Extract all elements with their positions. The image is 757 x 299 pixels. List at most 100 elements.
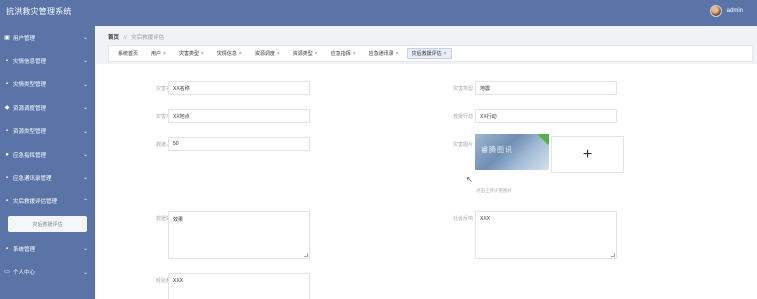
tab-label: 应急通讯录 bbox=[368, 51, 394, 57]
resize-handle-icon[interactable] bbox=[611, 253, 615, 257]
sidebar-item-label: 资源调度管理 bbox=[13, 105, 47, 112]
close-icon[interactable]: × bbox=[201, 51, 204, 57]
tab-label: 灾后救援评估 bbox=[411, 51, 442, 57]
tab-label: 灾情信息 bbox=[216, 51, 237, 57]
tab-emergency-contacts[interactable]: 应急通讯录 × bbox=[364, 48, 404, 59]
tab-label: 灾害类型 bbox=[178, 51, 199, 57]
person-icon: ● bbox=[5, 151, 9, 158]
rescue-count-label: 救援人数 bbox=[155, 142, 176, 148]
mouse-pointer-icon: ↖ bbox=[466, 175, 473, 184]
experience-summary-textarea[interactable]: XXX bbox=[168, 273, 310, 299]
grid-icon: ▪ bbox=[5, 175, 9, 182]
close-icon[interactable]: × bbox=[239, 51, 242, 57]
resize-handle-icon[interactable] bbox=[304, 253, 308, 257]
tab-user[interactable]: 用户 × bbox=[146, 48, 171, 59]
username[interactable]: admin bbox=[727, 8, 743, 14]
grid-icon: ▪ bbox=[5, 245, 9, 252]
sidebar-item-emergency-contacts[interactable]: ▪ 应急通讯录管理 ⌄ bbox=[0, 166, 95, 189]
close-icon[interactable]: × bbox=[163, 51, 166, 57]
disaster-image-label: 灾害图片 bbox=[452, 142, 473, 148]
corner-badge bbox=[538, 134, 549, 145]
rescue-count-input[interactable]: 50 bbox=[168, 137, 310, 151]
social-feedback-textarea[interactable]: XXX bbox=[475, 211, 617, 259]
sidebar: ▣ 用户管理 ⌄ ▪ 灾情信息管理 ⌄ ▪ 灾情类型管理 ⌄ ◆ 资源调度管理 … bbox=[0, 26, 95, 299]
sidebar-item-label: 个人中心 bbox=[13, 270, 36, 277]
user-menu[interactable]: admin bbox=[709, 5, 743, 17]
experience-summary-value: XXX bbox=[173, 278, 184, 284]
tab-resource-dispatch[interactable]: 资源调度 × bbox=[250, 48, 285, 59]
main-form-panel: 灾害名称 XX名称 灾害类型 地震 灾害地点 XX地点 救援行动 XX行动 救援… bbox=[96, 64, 757, 299]
tab-label: 应急指挥 bbox=[330, 51, 351, 57]
chevron-down-icon: ⌄ bbox=[82, 81, 88, 88]
disaster-location-input[interactable]: XX地点 bbox=[168, 109, 310, 123]
chevron-down-icon: ⌄ bbox=[82, 246, 88, 253]
grid-icon: ▪ bbox=[5, 128, 9, 135]
rescue-effect-textarea[interactable]: 效果 bbox=[168, 211, 310, 259]
tab-bar: 系统首页 用户 × 灾害类型 × 灾情信息 × 资源调度 × 资源类型 × 应急指挥 × 应… bbox=[108, 45, 753, 62]
tab-resource-type[interactable]: 资源类型 × bbox=[288, 48, 323, 59]
tab-rescue-assessment[interactable]: 灾后救援评估 × bbox=[406, 48, 452, 59]
breadcrumb: 首页 // 灾后救援评估 bbox=[108, 33, 164, 41]
close-icon[interactable]: × bbox=[315, 51, 318, 57]
rescue-effect-value: 效果 bbox=[173, 217, 184, 223]
sidebar-item-label: 灾后救援评估管理 bbox=[13, 199, 58, 206]
sidebar-item-personal-center[interactable]: ▭ 个人中心 ⌄ bbox=[0, 261, 95, 284]
sidebar-item-label: 资源类型管理 bbox=[13, 129, 47, 136]
sidebar-item-label: 灾情信息管理 bbox=[13, 59, 47, 66]
sidebar-item-resource-dispatch[interactable]: ◆ 资源调度管理 ⌄ bbox=[0, 96, 95, 119]
rescue-action-input[interactable]: XX行动 bbox=[475, 109, 617, 123]
avatar[interactable] bbox=[709, 5, 722, 17]
close-icon[interactable]: × bbox=[277, 51, 280, 57]
tab-label: 资源调度 bbox=[254, 51, 275, 57]
sidebar-item-disaster-type[interactable]: ▪ 灾情类型管理 ⌄ bbox=[0, 73, 95, 96]
social-feedback-label: 社会反响 bbox=[452, 216, 473, 222]
close-icon[interactable]: × bbox=[353, 51, 356, 57]
image-upload-button[interactable]: + bbox=[551, 136, 624, 173]
sidebar-item-label: 用户管理 bbox=[13, 35, 36, 42]
disaster-name-input[interactable]: XX名称 bbox=[168, 81, 310, 95]
tab-home[interactable]: 系统首页 bbox=[113, 48, 143, 59]
disaster-name-label: 灾害名称 bbox=[155, 86, 176, 92]
tab-disaster-info[interactable]: 灾情信息 × bbox=[212, 48, 247, 59]
tab-label: 系统首页 bbox=[118, 51, 139, 57]
image-watermark: 睿腾图讯 bbox=[481, 146, 513, 154]
tab-disaster-type[interactable]: 灾害类型 × bbox=[174, 48, 209, 59]
sidebar-item-emergency-command[interactable]: ● 应急指挥管理 ⌄ bbox=[0, 143, 95, 166]
chevron-down-icon: ⌄ bbox=[82, 58, 88, 65]
sidebar-item-disaster-info[interactable]: ▪ 灾情信息管理 ⌄ bbox=[0, 49, 95, 72]
experience-summary-label: 经验教训 bbox=[155, 278, 176, 284]
rescue-action-label: 救援行动 bbox=[452, 114, 473, 120]
chevron-down-icon: ⌄ bbox=[82, 35, 88, 41]
sidebar-item-resource-type[interactable]: ▪ 资源类型管理 ⌄ bbox=[0, 120, 95, 143]
breadcrumb-separator: // bbox=[123, 35, 127, 41]
sidebar-item-system[interactable]: ▪ 系统管理 ⌄ bbox=[0, 237, 95, 260]
sidebar-item-label: 应急指挥管理 bbox=[13, 152, 47, 159]
user-group-icon: ▣ bbox=[4, 34, 10, 41]
truck-icon: ◆ bbox=[4, 104, 10, 111]
rescue-effect-label: 救援效果 bbox=[155, 216, 176, 222]
disaster-type-input[interactable]: 地震 bbox=[475, 81, 617, 95]
sidebar-item-label: 应急通讯录管理 bbox=[13, 176, 52, 183]
close-icon[interactable]: × bbox=[444, 51, 447, 57]
close-icon[interactable]: × bbox=[396, 51, 399, 57]
chevron-down-icon: ⌄ bbox=[82, 128, 88, 135]
submenu-item-rescue-assessment[interactable]: 灾后救援评估 bbox=[8, 216, 87, 233]
chevron-down-icon: ⌄ bbox=[82, 105, 88, 112]
sidebar-item-label: 灾情类型管理 bbox=[13, 82, 47, 89]
chevron-down-icon: ⌄ bbox=[82, 175, 88, 182]
sidebar-item-user-management[interactable]: ▣ 用户管理 ⌄ bbox=[0, 26, 95, 49]
disaster-location-label: 灾害地点 bbox=[155, 114, 176, 120]
tab-emergency-command[interactable]: 应急指挥 × bbox=[326, 48, 361, 59]
top-header: 抗洪救灾管理系统 admin bbox=[0, 0, 757, 26]
chevron-down-icon: ⌄ bbox=[82, 151, 88, 158]
grid-icon: ▪ bbox=[5, 81, 9, 88]
tab-label: 资源类型 bbox=[292, 51, 313, 57]
disaster-type-label: 灾害类型 bbox=[452, 86, 473, 92]
breadcrumb-home[interactable]: 首页 bbox=[108, 35, 119, 41]
submenu-rescue-assessment: 灾后救援评估 bbox=[0, 213, 95, 237]
disaster-image-preview[interactable]: 睿腾图讯 bbox=[475, 134, 549, 170]
sidebar-item-rescue-assessment[interactable]: ▪ 灾后救援评估管理 ⌃ bbox=[0, 190, 95, 213]
breadcrumb-current: 灾后救援评估 bbox=[131, 35, 165, 41]
chevron-down-icon: ⌄ bbox=[82, 269, 88, 276]
upload-hint: 点击上传灾害图片 bbox=[476, 188, 512, 193]
